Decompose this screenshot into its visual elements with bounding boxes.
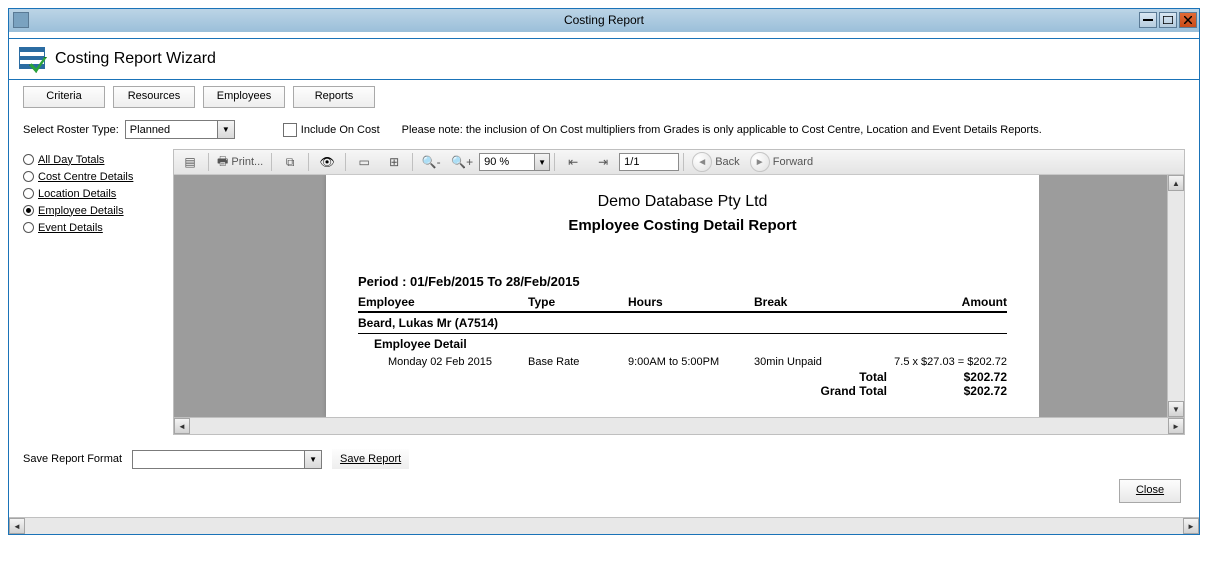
wizard-title: Costing Report Wizard — [55, 50, 216, 68]
first-page-button[interactable]: ⇤ — [559, 152, 587, 172]
oncost-note: Please note: the inclusion of On Cost mu… — [402, 124, 1042, 136]
save-format-label: Save Report Format — [23, 453, 122, 465]
single-page-button[interactable]: ▭ — [350, 152, 378, 172]
radio-employee-details[interactable]: Employee Details — [23, 202, 169, 219]
multi-page-button[interactable]: ⊞ — [380, 152, 408, 172]
radio-icon — [23, 188, 34, 199]
zoom-in-button[interactable]: 🔍+ — [447, 152, 477, 172]
window-titlebar: Costing Report — [9, 9, 1199, 32]
radio-icon — [23, 205, 34, 216]
tab-criteria[interactable]: Criteria — [23, 86, 105, 108]
print-button[interactable]: 🖶 Print... — [213, 152, 267, 172]
save-report-button[interactable]: Save Report — [332, 449, 409, 469]
maximize-button[interactable] — [1159, 12, 1177, 28]
col-hours: Hours — [628, 295, 754, 309]
zoom-out-button[interactable]: 🔍- — [417, 152, 445, 172]
report-preview-pane: ▤ 🖶 Print... ⧉ 👁 ▭ ⊞ — [173, 149, 1185, 435]
close-button[interactable] — [1179, 12, 1197, 28]
employee-detail-subheader: Employee Detail — [358, 334, 1007, 354]
last-page-icon: ⇥ — [598, 155, 608, 169]
col-type: Type — [528, 295, 628, 309]
roster-type-label: Select Roster Type: — [23, 124, 119, 136]
single-page-icon: ▭ — [359, 155, 370, 169]
app-icon — [13, 12, 29, 28]
include-oncost-label: Include On Cost — [301, 124, 380, 136]
report-title: Employee Costing Detail Report — [358, 217, 1007, 234]
cell-hours: 9:00AM to 5:00PM — [628, 356, 754, 368]
close-dialog-button[interactable]: Close — [1119, 479, 1181, 503]
scroll-down-icon: ▼ — [1168, 401, 1184, 417]
report-type-radiogroup: All Day Totals Cost Centre Details Locat… — [23, 149, 169, 435]
window-title: Costing Report — [9, 13, 1199, 27]
radio-icon — [23, 222, 34, 233]
back-button[interactable]: ◄ Back — [688, 152, 744, 172]
scroll-right-icon: ► — [1168, 418, 1184, 434]
report-page: Demo Database Pty Ltd Employee Costing D… — [326, 175, 1039, 417]
chevron-down-icon: ▼ — [304, 451, 321, 468]
copy-icon: ⧉ — [286, 155, 295, 170]
report-toolbar: ▤ 🖶 Print... ⧉ 👁 ▭ ⊞ — [174, 150, 1184, 175]
radio-icon — [23, 154, 34, 165]
wizard-header: Costing Report Wizard — [9, 38, 1199, 80]
col-employee: Employee — [358, 295, 528, 309]
back-icon: ◄ — [692, 152, 712, 172]
table-row: Monday 02 Feb 2015 Base Rate 9:00AM to 5… — [358, 354, 1007, 370]
scroll-up-icon: ▲ — [1168, 175, 1184, 191]
save-format-select[interactable]: ▼ — [132, 450, 322, 469]
tab-employees[interactable]: Employees — [203, 86, 285, 108]
forward-button[interactable]: ► Forward — [746, 152, 817, 172]
chevron-down-icon: ▼ — [217, 121, 234, 138]
cell-break: 30min Unpaid — [754, 356, 894, 368]
toc-icon: ▤ — [184, 155, 195, 169]
tab-resources[interactable]: Resources — [113, 86, 195, 108]
cell-amount: 7.5 x $27.03 = $202.72 — [894, 356, 1007, 368]
employee-row: Beard, Lukas Mr (A7514) — [358, 313, 1007, 334]
minimize-button[interactable] — [1139, 12, 1157, 28]
chevron-down-icon: ▼ — [534, 154, 549, 170]
wizard-icon — [19, 45, 47, 73]
radio-icon — [23, 171, 34, 182]
report-period: Period : 01/Feb/2015 To 28/Feb/2015 — [358, 274, 1007, 289]
zoom-in-icon: 🔍+ — [451, 155, 473, 169]
cell-date: Monday 02 Feb 2015 — [388, 356, 528, 368]
roster-type-select[interactable]: Planned ▼ — [125, 120, 235, 139]
vertical-scrollbar[interactable]: ▲ ▼ — [1167, 175, 1184, 417]
radio-location-details[interactable]: Location Details — [23, 185, 169, 202]
total-row: Total $202.72 — [358, 370, 1007, 384]
forward-icon: ► — [750, 152, 770, 172]
grand-total-row: Grand Total $202.72 — [358, 384, 1007, 398]
toc-button[interactable]: ▤ — [176, 152, 204, 172]
horizontal-scrollbar[interactable]: ◄ ► — [174, 417, 1184, 434]
table-header: Employee Type Hours Break Amount — [358, 295, 1007, 313]
include-oncost-checkbox[interactable]: Include On Cost — [283, 123, 380, 137]
tab-reports[interactable]: Reports — [293, 86, 375, 108]
copy-button[interactable]: ⧉ — [276, 152, 304, 172]
binoculars-icon: 👁 — [320, 155, 335, 169]
cell-type: Base Rate — [528, 356, 628, 368]
report-company: Demo Database Pty Ltd — [358, 193, 1007, 211]
zoom-out-icon: 🔍- — [422, 155, 441, 169]
window-horizontal-scrollbar[interactable]: ◄ ► — [9, 517, 1199, 534]
first-page-icon: ⇤ — [568, 155, 578, 169]
col-amount: Amount — [894, 295, 1007, 309]
scroll-left-icon: ◄ — [9, 518, 25, 534]
printer-icon: 🖶 — [217, 152, 228, 173]
scroll-right-icon: ► — [1183, 518, 1199, 534]
find-button[interactable]: 👁 — [313, 152, 341, 172]
scroll-left-icon: ◄ — [174, 418, 190, 434]
radio-event-details[interactable]: Event Details — [23, 219, 169, 236]
last-page-button[interactable]: ⇥ — [589, 152, 617, 172]
page-input[interactable]: 1/1 — [619, 153, 679, 171]
roster-type-value: Planned — [126, 124, 217, 136]
radio-all-day-totals[interactable]: All Day Totals — [23, 151, 169, 168]
checkbox-icon — [283, 123, 297, 137]
radio-cost-centre-details[interactable]: Cost Centre Details — [23, 168, 169, 185]
col-break: Break — [754, 295, 894, 309]
zoom-select[interactable]: 90 % ▼ — [479, 153, 550, 171]
multi-page-icon: ⊞ — [389, 155, 399, 169]
